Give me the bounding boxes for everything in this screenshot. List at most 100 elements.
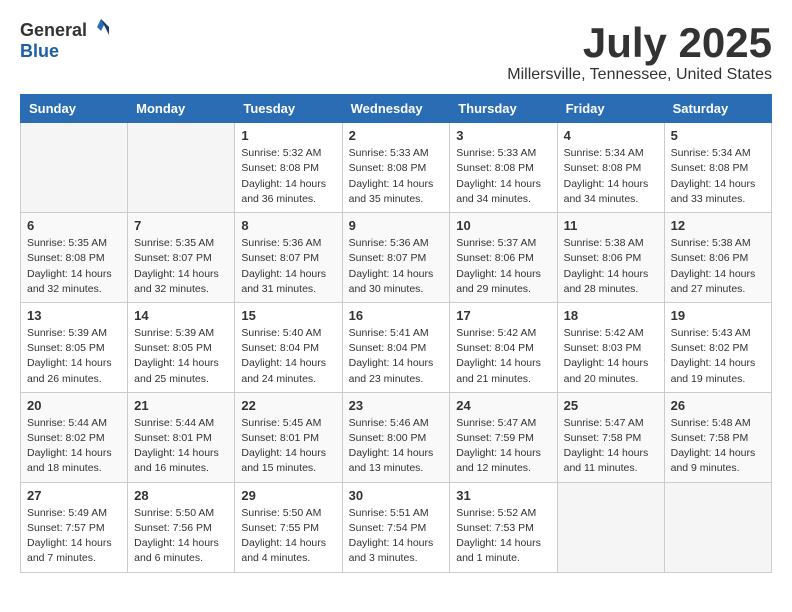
calendar-cell: 20Sunrise: 5:44 AM Sunset: 8:02 PM Dayli…: [21, 392, 128, 482]
day-info: Sunrise: 5:39 AM Sunset: 8:05 PM Dayligh…: [134, 326, 228, 387]
calendar-cell: 18 Sunrise: 5:42 AM Sunset: 8:03 PM Dayli…: [557, 302, 664, 392]
calendar-cell: 12 Sunrise: 5:38 AM Sunset: 8:06 PM Dayli…: [664, 213, 771, 303]
day-info: Sunrise: 5:40 AM Sunset: 8:04 PM Dayligh…: [241, 326, 335, 387]
day-number: 22: [241, 398, 335, 413]
title-block: July 2025 Millersville, Tennessee, Unite…: [507, 20, 772, 84]
calendar-cell: 13Sunrise: 5:39 AM Sunset: 8:05 PM Dayli…: [21, 302, 128, 392]
calendar-cell: 24 Sunrise: 5:47 AM Sunset: 7:59 PM Dayli…: [450, 392, 557, 482]
day-info: Sunrise: 5:45 AM Sunset: 8:01 PM Dayligh…: [241, 416, 335, 477]
day-info: Sunrise: 5:44 AM Sunset: 8:02 PM Dayligh…: [27, 416, 121, 477]
day-info: Sunrise: 5:36 AM Sunset: 8:07 PM Dayligh…: [241, 236, 335, 297]
day-info: Sunrise: 5:33 AM Sunset: 8:08 PM Dayligh…: [349, 146, 444, 207]
calendar-header-row: SundayMondayTuesdayWednesdayThursdayFrid…: [21, 95, 772, 123]
calendar-cell: 21 Sunrise: 5:44 AM Sunset: 8:01 PM Dayli…: [128, 392, 235, 482]
calendar-cell: 25 Sunrise: 5:47 AM Sunset: 7:58 PM Dayli…: [557, 392, 664, 482]
calendar-week-row: 27 Sunrise: 5:49 AM Sunset: 7:57 PM Dayli…: [21, 482, 772, 572]
day-number: 6: [27, 218, 121, 233]
day-info: Sunrise: 5:50 AM Sunset: 7:56 PM Dayligh…: [134, 506, 228, 567]
calendar-header-thursday: Thursday: [450, 95, 557, 123]
calendar-table: SundayMondayTuesdayWednesdayThursdayFrid…: [20, 94, 772, 572]
calendar-header-tuesday: Tuesday: [235, 95, 342, 123]
day-number: 12: [671, 218, 765, 233]
calendar-cell: 30 Sunrise: 5:51 AM Sunset: 7:54 PM Dayli…: [342, 482, 450, 572]
day-info: Sunrise: 5:49 AM Sunset: 7:57 PM Dayligh…: [27, 506, 121, 567]
logo-text-blue: Blue: [20, 41, 59, 61]
calendar-cell: 8 Sunrise: 5:36 AM Sunset: 8:07 PM Daylig…: [235, 213, 342, 303]
day-number: 5: [671, 128, 765, 143]
day-number: 7: [134, 218, 228, 233]
calendar-week-row: 20Sunrise: 5:44 AM Sunset: 8:02 PM Dayli…: [21, 392, 772, 482]
day-number: 27: [27, 488, 121, 503]
day-info: Sunrise: 5:33 AM Sunset: 8:08 PM Dayligh…: [456, 146, 550, 207]
calendar-header-friday: Friday: [557, 95, 664, 123]
calendar-cell: [664, 482, 771, 572]
calendar-cell: 16Sunrise: 5:41 AM Sunset: 8:04 PM Dayli…: [342, 302, 450, 392]
calendar-week-row: 6 Sunrise: 5:35 AM Sunset: 8:08 PM Daylig…: [21, 213, 772, 303]
day-info: Sunrise: 5:48 AM Sunset: 7:58 PM Dayligh…: [671, 416, 765, 477]
day-number: 4: [564, 128, 658, 143]
day-info: Sunrise: 5:44 AM Sunset: 8:01 PM Dayligh…: [134, 416, 228, 477]
page-header: General Blue July 2025 Millersville, Ten…: [20, 20, 772, 84]
day-info: Sunrise: 5:42 AM Sunset: 8:03 PM Dayligh…: [564, 326, 658, 387]
day-number: 15: [241, 308, 335, 323]
day-info: Sunrise: 5:42 AM Sunset: 8:04 PM Dayligh…: [456, 326, 550, 387]
calendar-cell: [21, 123, 128, 213]
calendar-week-row: 1 Sunrise: 5:32 AM Sunset: 8:08 PM Daylig…: [21, 123, 772, 213]
calendar-cell: 29 Sunrise: 5:50 AM Sunset: 7:55 PM Dayli…: [235, 482, 342, 572]
day-number: 28: [134, 488, 228, 503]
day-number: 3: [456, 128, 550, 143]
calendar-cell: 3 Sunrise: 5:33 AM Sunset: 8:08 PM Daylig…: [450, 123, 557, 213]
day-number: 30: [349, 488, 444, 503]
day-number: 24: [456, 398, 550, 413]
location-title: Millersville, Tennessee, United States: [507, 66, 772, 84]
day-number: 8: [241, 218, 335, 233]
day-number: 26: [671, 398, 765, 413]
calendar-cell: 1 Sunrise: 5:32 AM Sunset: 8:08 PM Daylig…: [235, 123, 342, 213]
day-number: 17: [456, 308, 550, 323]
day-info: Sunrise: 5:46 AM Sunset: 8:00 PM Dayligh…: [349, 416, 444, 477]
day-number: 9: [349, 218, 444, 233]
calendar-cell: 6 Sunrise: 5:35 AM Sunset: 8:08 PM Daylig…: [21, 213, 128, 303]
calendar-cell: 5 Sunrise: 5:34 AM Sunset: 8:08 PM Daylig…: [664, 123, 771, 213]
day-info: Sunrise: 5:47 AM Sunset: 7:59 PM Dayligh…: [456, 416, 550, 477]
day-info: Sunrise: 5:34 AM Sunset: 8:08 PM Dayligh…: [671, 146, 765, 207]
calendar-header-saturday: Saturday: [664, 95, 771, 123]
calendar-cell: 2 Sunrise: 5:33 AM Sunset: 8:08 PM Daylig…: [342, 123, 450, 213]
calendar-week-row: 13 Sunrise: 5:39 AM Sunset: 8:05 PM Dayli…: [21, 302, 772, 392]
calendar-cell: [557, 482, 664, 572]
calendar-cell: 10Sunrise: 5:37 AM Sunset: 8:06 PM Dayli…: [450, 213, 557, 303]
calendar-cell: 27 Sunrise: 5:49 AM Sunset: 7:57 PM Dayli…: [21, 482, 128, 572]
day-number: 19: [671, 308, 765, 323]
logo: General Blue: [20, 20, 113, 62]
day-info: Sunrise: 5:38 AM Sunset: 8:06 PM Dayligh…: [671, 236, 765, 297]
day-number: 25: [564, 398, 658, 413]
day-number: 2: [349, 128, 444, 143]
day-number: 13: [27, 308, 121, 323]
day-info: Sunrise: 5:38 AM Sunset: 8:06 PM Dayligh…: [564, 236, 658, 297]
day-number: 23: [349, 398, 444, 413]
day-number: 21: [134, 398, 228, 413]
calendar-cell: 15 Sunrise: 5:40 AM Sunset: 8:04 PM Dayli…: [235, 302, 342, 392]
calendar-header-wednesday: Wednesday: [342, 95, 450, 123]
calendar-cell: 17 Sunrise: 5:42 AM Sunset: 8:04 PM Dayli…: [450, 302, 557, 392]
calendar-cell: 4Sunrise: 5:34 AM Sunset: 8:08 PM Daylig…: [557, 123, 664, 213]
day-info: Sunrise: 5:50 AM Sunset: 7:55 PM Dayligh…: [241, 506, 335, 567]
day-info: Sunrise: 5:51 AM Sunset: 7:54 PM Dayligh…: [349, 506, 444, 567]
day-info: Sunrise: 5:47 AM Sunset: 7:58 PM Dayligh…: [564, 416, 658, 477]
month-title: July 2025: [507, 20, 772, 66]
calendar-cell: 11Sunrise: 5:38 AM Sunset: 8:06 PM Dayli…: [557, 213, 664, 303]
day-info: Sunrise: 5:52 AM Sunset: 7:53 PM Dayligh…: [456, 506, 550, 567]
day-info: Sunrise: 5:37 AM Sunset: 8:06 PM Dayligh…: [456, 236, 550, 297]
day-number: 18: [564, 308, 658, 323]
day-number: 29: [241, 488, 335, 503]
calendar-cell: 14 Sunrise: 5:39 AM Sunset: 8:05 PM Dayli…: [128, 302, 235, 392]
calendar-cell: 9Sunrise: 5:36 AM Sunset: 8:07 PM Daylig…: [342, 213, 450, 303]
day-info: Sunrise: 5:32 AM Sunset: 8:08 PM Dayligh…: [241, 146, 335, 207]
logo-text-general: General: [20, 20, 87, 41]
day-info: Sunrise: 5:35 AM Sunset: 8:08 PM Dayligh…: [27, 236, 121, 297]
calendar-cell: 26 Sunrise: 5:48 AM Sunset: 7:58 PM Dayli…: [664, 392, 771, 482]
logo-icon: [89, 15, 113, 39]
day-number: 14: [134, 308, 228, 323]
calendar-cell: 22 Sunrise: 5:45 AM Sunset: 8:01 PM Dayli…: [235, 392, 342, 482]
day-number: 1: [241, 128, 335, 143]
